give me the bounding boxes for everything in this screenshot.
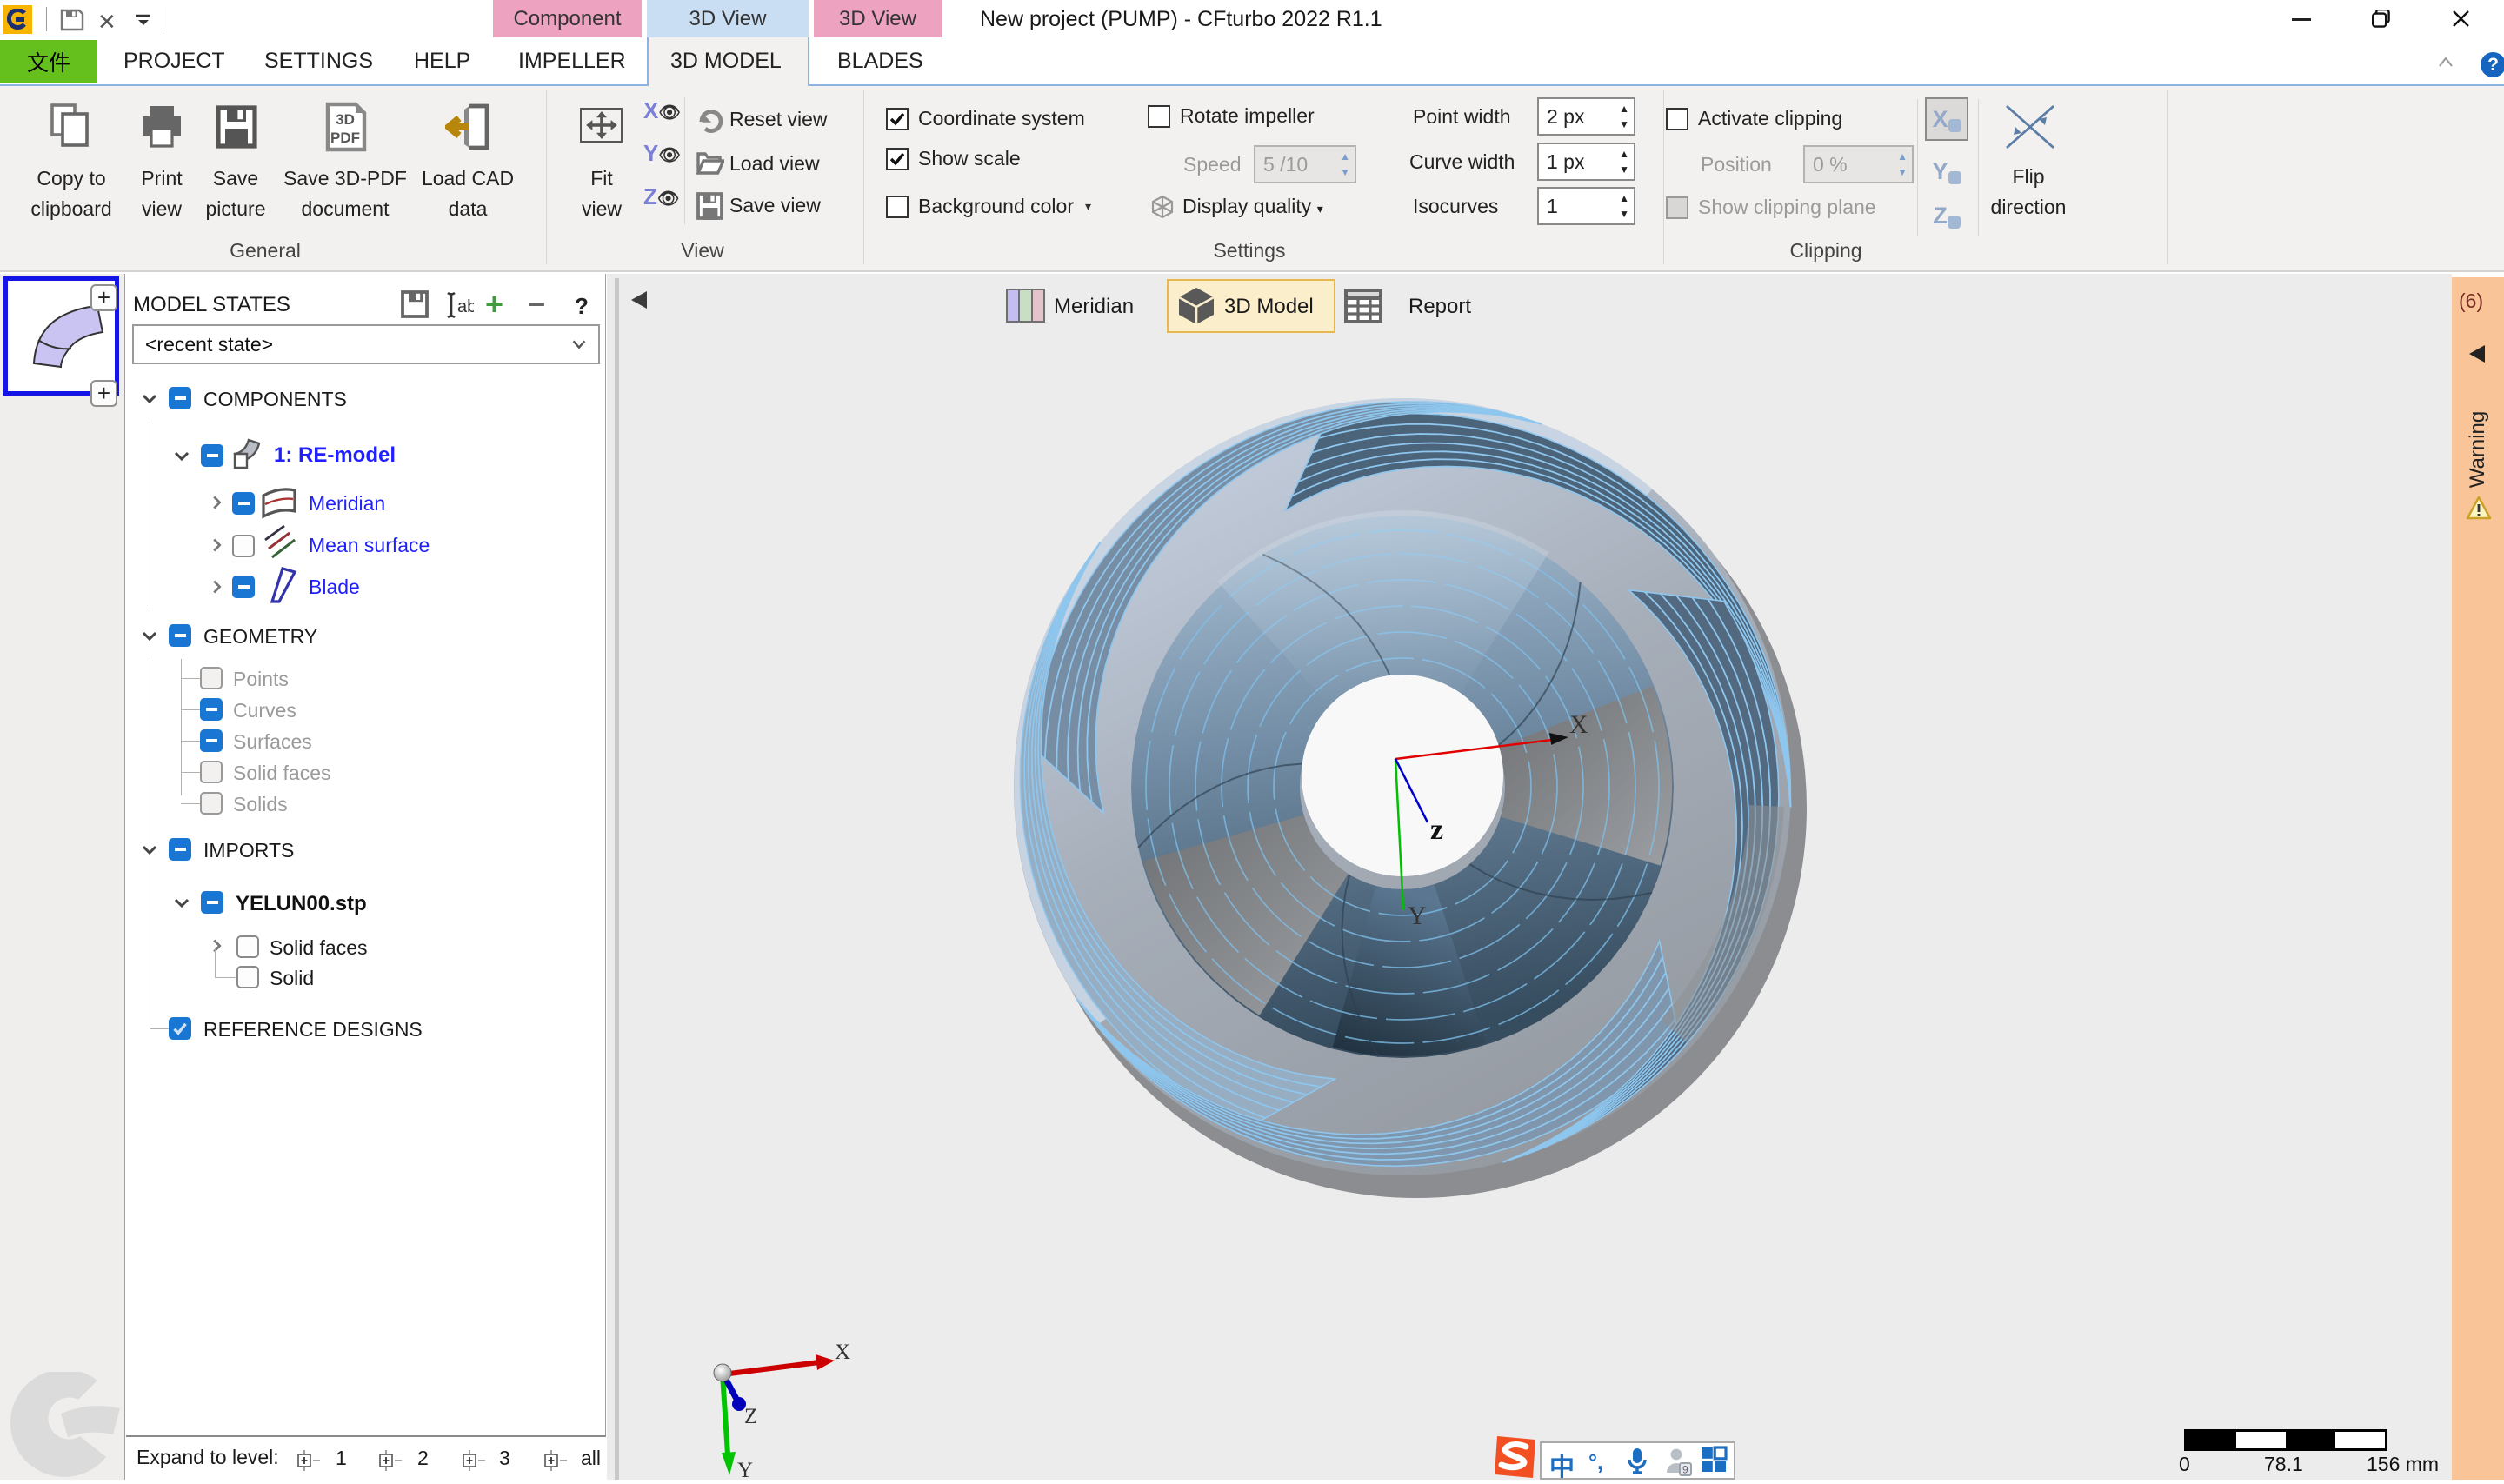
svg-text:X: X bbox=[835, 1341, 850, 1364]
svg-text:z: z bbox=[1430, 814, 1443, 846]
svg-text:X: X bbox=[1569, 710, 1588, 739]
svg-text:Y: Y bbox=[737, 1459, 753, 1480]
svg-text:PDF: PDF bbox=[330, 130, 360, 146]
svg-text:3D: 3D bbox=[336, 111, 355, 128]
svg-text:Y: Y bbox=[1408, 902, 1427, 930]
svg-text:ab: ab bbox=[457, 297, 474, 316]
svg-text:Z: Z bbox=[744, 1405, 757, 1428]
svg-text:9: 9 bbox=[1682, 1463, 1688, 1475]
